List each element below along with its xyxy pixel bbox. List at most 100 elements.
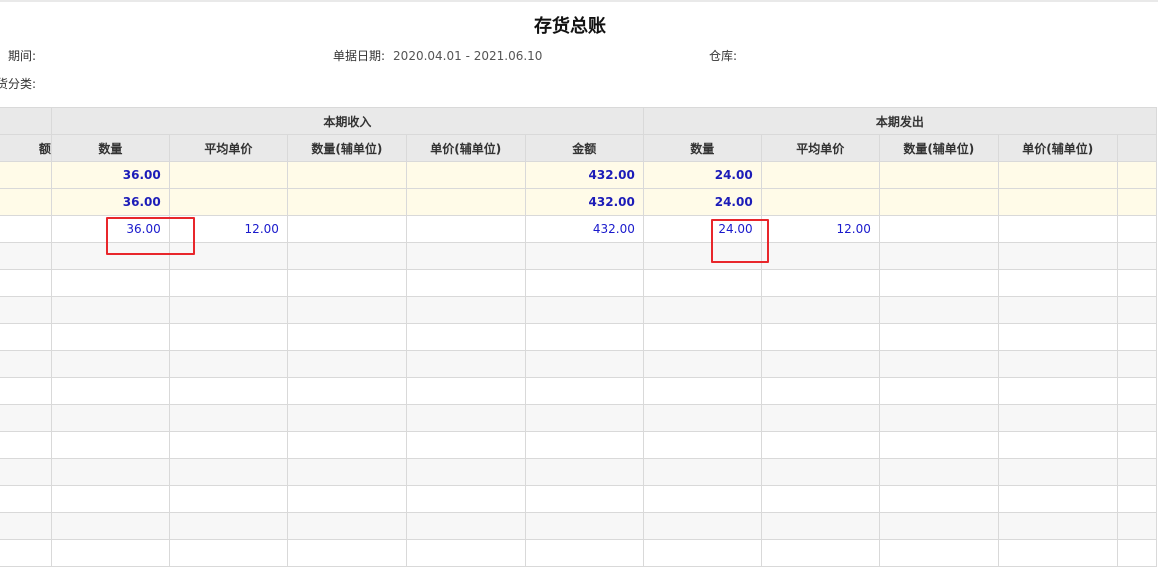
table-cell[interactable] [405,188,526,216]
empty-row[interactable] [0,458,1158,486]
table-cell[interactable] [878,188,999,216]
table-cell[interactable] [286,188,407,216]
table-cell[interactable] [997,377,1118,405]
table-cell[interactable] [997,188,1118,216]
table-cell[interactable] [0,512,52,540]
table-cell[interactable] [0,485,52,513]
table-cell[interactable] [878,458,999,486]
table-cell[interactable] [50,350,170,378]
col-header-income-avg-price[interactable]: 平均单价 [168,134,288,162]
table-cell[interactable] [405,404,526,432]
col-header-income-amount[interactable]: 金额 [524,134,644,162]
table-cell[interactable] [642,512,762,540]
table-cell[interactable] [997,539,1118,567]
table-cell[interactable] [760,350,880,378]
table-cell[interactable] [405,242,526,270]
table-cell[interactable] [1116,242,1158,270]
table-cell[interactable] [286,350,407,378]
table-cell[interactable] [50,269,170,297]
table-cell[interactable] [760,188,880,216]
table-cell[interactable] [0,296,52,324]
table-cell[interactable] [286,161,407,189]
group-header-income[interactable]: 本期收入 [50,107,644,135]
table-cell[interactable] [50,539,170,567]
table-cell[interactable] [168,539,288,567]
empty-row[interactable] [0,296,1158,324]
table-cell[interactable] [405,296,526,324]
table-cell[interactable] [168,377,288,405]
table-cell[interactable] [642,377,762,405]
table-cell[interactable] [286,404,407,432]
table-cell[interactable] [405,458,526,486]
empty-row[interactable] [0,350,1158,378]
table-cell[interactable] [168,512,288,540]
table-cell[interactable] [1116,431,1158,459]
table-cell[interactable] [286,485,407,513]
empty-row[interactable] [0,377,1158,405]
total-row[interactable]: 36.00 432.00 24.00 [0,161,1158,189]
empty-row[interactable] [0,485,1158,513]
table-cell[interactable] [168,404,288,432]
table-cell[interactable]: 432.00 [524,161,644,189]
table-cell[interactable]: 24.00 [642,188,762,216]
table-cell[interactable] [405,377,526,405]
table-cell[interactable] [1116,215,1158,243]
table-cell[interactable] [642,458,762,486]
table-cell[interactable] [997,485,1118,513]
table-cell[interactable] [760,161,880,189]
table-cell[interactable] [286,269,407,297]
table-cell[interactable] [524,296,644,324]
table-cell[interactable] [878,377,999,405]
table-cell[interactable] [50,296,170,324]
table-cell[interactable]: 36.00 [50,188,170,216]
table-cell[interactable] [405,431,526,459]
table-cell[interactable] [50,512,170,540]
table-cell[interactable] [286,539,407,567]
table-cell[interactable] [524,350,644,378]
table-cell[interactable] [1116,188,1158,216]
table-cell[interactable] [50,431,170,459]
table-cell[interactable] [997,458,1118,486]
table-cell[interactable] [642,431,762,459]
table-cell[interactable] [1116,161,1158,189]
table-cell[interactable] [997,350,1118,378]
table-cell[interactable] [0,242,52,270]
table-cell[interactable] [878,350,999,378]
table-cell[interactable] [168,323,288,351]
table-cell[interactable] [1116,323,1158,351]
table-cell[interactable] [997,512,1118,540]
table-cell[interactable] [0,269,52,297]
table-cell[interactable] [1116,539,1158,567]
table-cell[interactable] [0,539,52,567]
table-cell[interactable] [168,458,288,486]
table-cell[interactable] [878,215,999,243]
col-header-outgo-aux-qty[interactable]: 数量(辅单位) [878,134,999,162]
table-cell[interactable] [760,458,880,486]
table-cell[interactable] [0,323,52,351]
table-cell[interactable] [1116,512,1158,540]
table-cell[interactable] [524,323,644,351]
table-cell[interactable] [0,215,52,243]
table-cell[interactable] [168,431,288,459]
table-cell[interactable] [642,269,762,297]
group-header-outgo[interactable]: 本期发出 [642,107,1158,135]
total-row[interactable]: 36.00 432.00 24.00 [0,188,1158,216]
table-cell[interactable] [878,431,999,459]
table-cell[interactable] [642,485,762,513]
table-cell[interactable] [0,377,52,405]
table-cell[interactable] [286,296,407,324]
table-cell[interactable] [524,512,644,540]
table-cell[interactable] [168,485,288,513]
table-cell[interactable] [286,323,407,351]
table-cell[interactable] [997,242,1118,270]
table-cell[interactable]: 12.00 [760,215,880,243]
col-header-outgo-aux-price[interactable]: 单价(辅单位) [997,134,1118,162]
table-cell[interactable] [1116,377,1158,405]
table-cell[interactable] [405,215,526,243]
empty-row[interactable] [0,323,1158,351]
table-cell[interactable] [878,539,999,567]
table-cell[interactable] [286,512,407,540]
table-cell[interactable] [642,539,762,567]
table-cell[interactable] [997,215,1118,243]
table-cell[interactable] [168,269,288,297]
